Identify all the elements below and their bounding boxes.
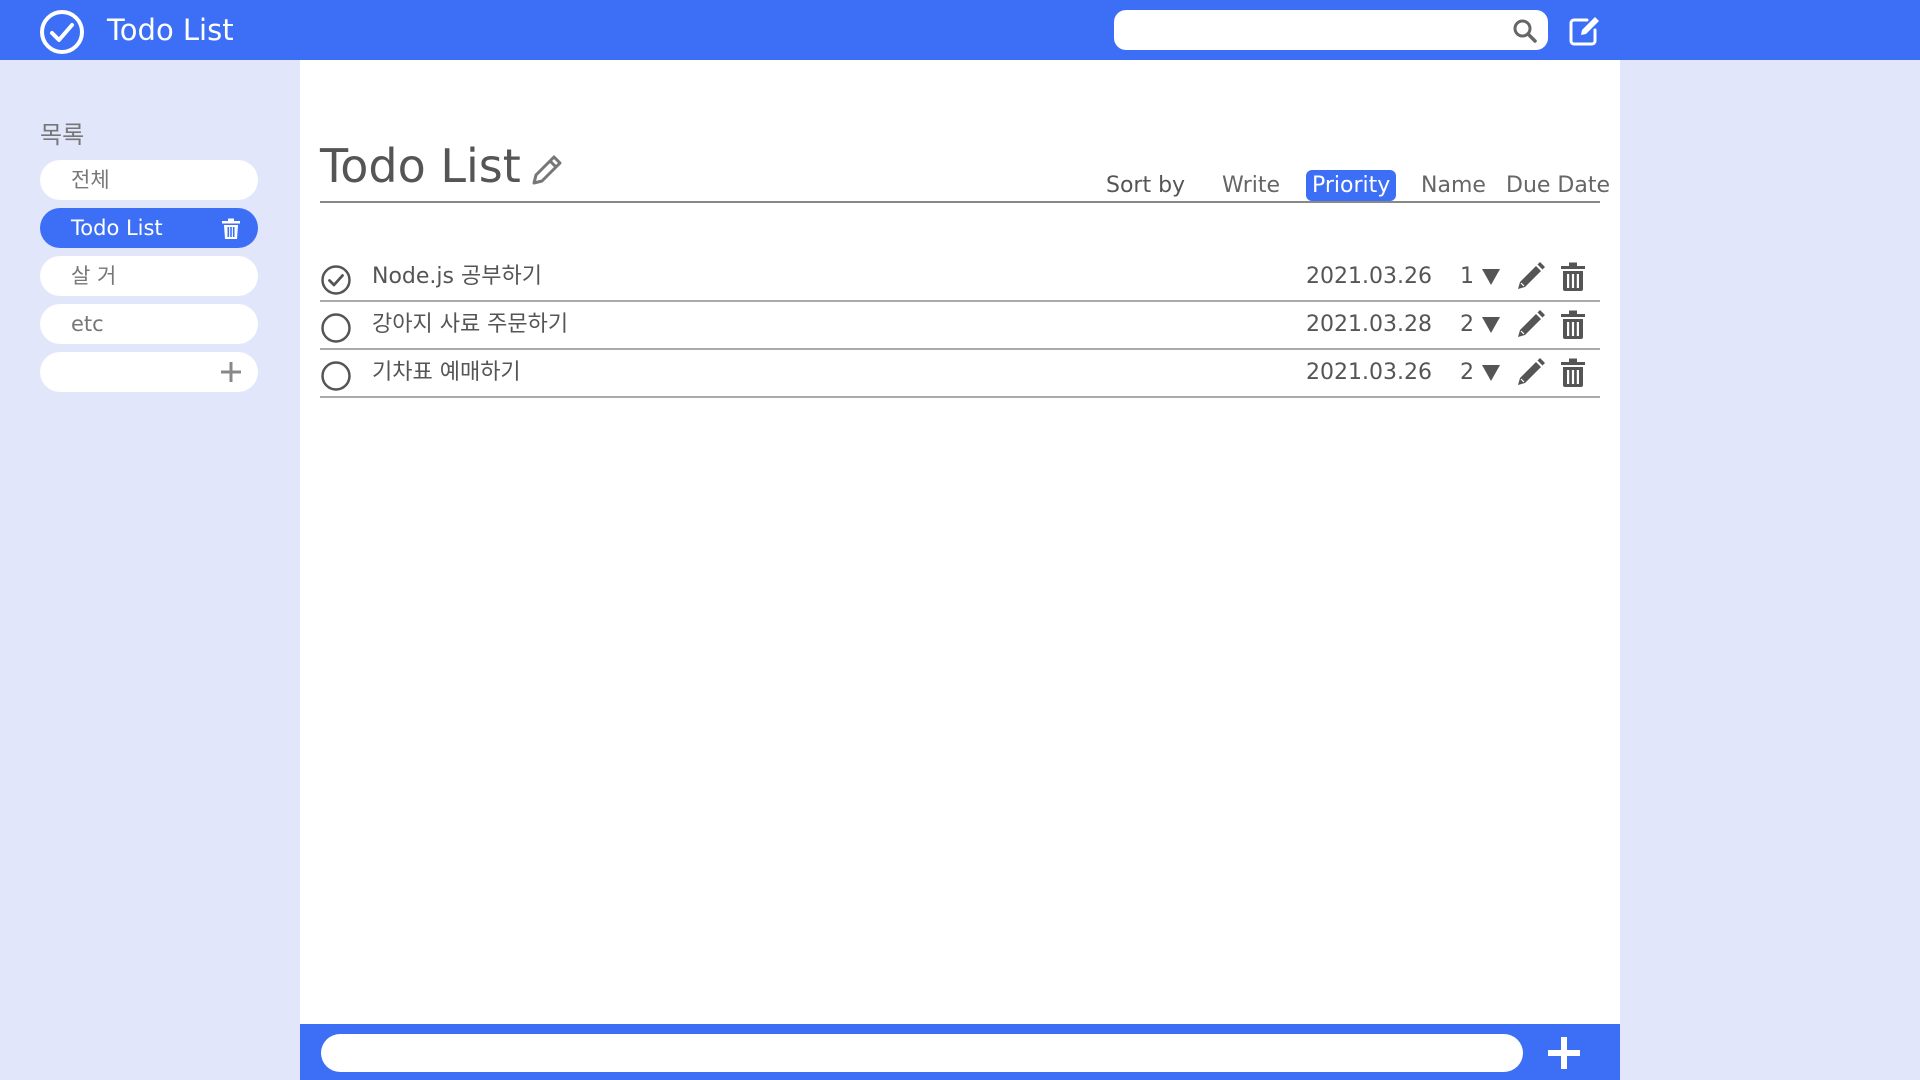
compose-icon[interactable] <box>1567 14 1601 48</box>
todo-text: 강아지 사료 주문하기 <box>372 312 569 337</box>
sidebar-item-todo-list[interactable]: Todo List <box>40 208 258 248</box>
search-box[interactable] <box>1114 10 1548 52</box>
sidebar-item-label: Todo List <box>71 216 163 240</box>
pencil-icon[interactable] <box>1515 262 1545 292</box>
sort-option-name[interactable]: Name <box>1415 170 1492 201</box>
sort-option-write[interactable]: Write <box>1216 170 1286 201</box>
todo-priority: 1 <box>1460 264 1474 289</box>
new-todo-input[interactable] <box>321 1034 1523 1072</box>
todo-row: Node.js 공부하기 2021.03.26 1 <box>320 254 1600 302</box>
list-title: Todo List <box>320 139 521 193</box>
trash-icon[interactable] <box>1560 262 1586 292</box>
sidebar-title: 목록 <box>40 121 85 149</box>
sidebar-item-etc[interactable]: etc <box>40 304 258 344</box>
todo-priority: 2 <box>1460 312 1474 337</box>
trash-icon[interactable] <box>1560 310 1586 340</box>
pencil-icon[interactable] <box>530 153 564 187</box>
bottom-bar <box>300 1024 1620 1080</box>
sidebar-item-label: 살 거 <box>71 264 117 288</box>
top-bar: Todo List <box>0 0 1920 60</box>
pencil-icon[interactable] <box>1515 310 1545 340</box>
todo-text: 기차표 예매하기 <box>372 360 521 385</box>
title-divider <box>320 201 1600 203</box>
sort-option-priority[interactable]: Priority <box>1306 170 1397 201</box>
caret-down-icon[interactable] <box>1482 365 1500 381</box>
todo-row: 강아지 사료 주문하기 2021.03.28 2 <box>320 302 1600 350</box>
app-title: Todo List <box>107 13 234 47</box>
trash-icon[interactable] <box>1560 358 1586 388</box>
search-icon[interactable] <box>1512 18 1538 44</box>
sidebar-item-label: 전체 <box>71 168 110 192</box>
sidebar-item-label: etc <box>71 312 104 336</box>
sidebar-item-all[interactable]: 전체 <box>40 160 258 200</box>
pencil-icon[interactable] <box>1515 358 1545 388</box>
caret-down-icon[interactable] <box>1482 269 1500 285</box>
add-list-button[interactable] <box>40 352 258 392</box>
todo-date: 2021.03.26 <box>1306 264 1432 289</box>
todo-row: 기차표 예매하기 2021.03.26 2 <box>320 350 1600 398</box>
unchecked-circle-icon[interactable] <box>320 360 352 392</box>
plus-icon[interactable] <box>1546 1035 1582 1071</box>
trash-icon[interactable] <box>221 218 241 240</box>
sidebar-item-shopping[interactable]: 살 거 <box>40 256 258 296</box>
todo-date: 2021.03.28 <box>1306 312 1432 337</box>
todo-text: Node.js 공부하기 <box>372 264 542 289</box>
todo-date: 2021.03.26 <box>1306 360 1432 385</box>
todo-priority: 2 <box>1460 360 1474 385</box>
unchecked-circle-icon[interactable] <box>320 312 352 344</box>
caret-down-icon[interactable] <box>1482 317 1500 333</box>
main-panel: Todo List Sort by Write Priority Name Du… <box>300 60 1620 1080</box>
checked-circle-icon[interactable] <box>320 264 352 296</box>
sort-label: Sort by <box>1106 173 1186 198</box>
search-input[interactable] <box>1128 10 1502 52</box>
check-circle-icon <box>40 10 84 54</box>
plus-icon <box>221 362 241 382</box>
sort-option-due-date[interactable]: Due Date <box>1500 170 1616 201</box>
